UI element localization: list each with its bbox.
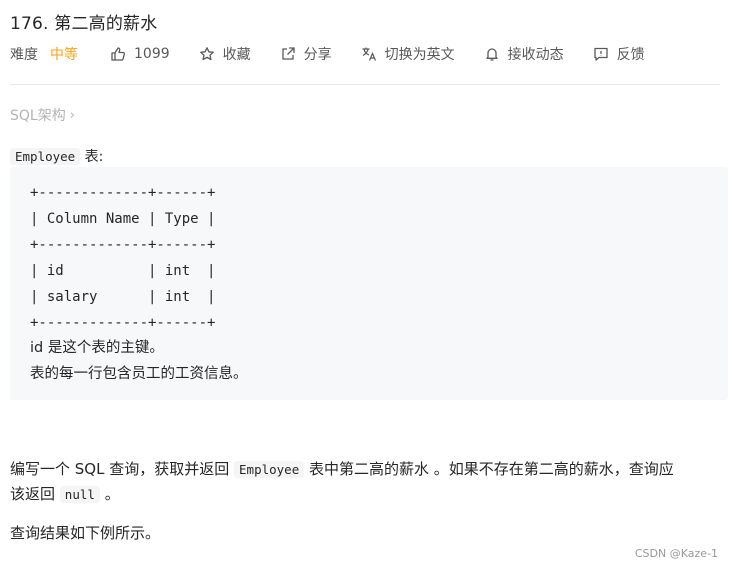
- share-icon: [280, 46, 296, 62]
- feedback-icon: [593, 46, 609, 62]
- row-content-note: 表的每一行包含员工的工资信息。: [30, 366, 248, 382]
- thumbs-up-icon: [110, 46, 126, 62]
- schema-table: +-------------+------+ | Column Name | T…: [30, 180, 215, 336]
- feedback-label: 反馈: [616, 47, 645, 63]
- notify-label: 接收动态: [507, 47, 564, 63]
- like-button[interactable]: 1099: [110, 46, 170, 62]
- like-count: 1099: [134, 46, 170, 62]
- primary-key-note: id 是这个表的主键。: [30, 340, 164, 356]
- tag-sql-schema[interactable]: SQL架构 ›: [10, 105, 75, 125]
- share-button[interactable]: 分享: [280, 44, 332, 64]
- task-line-2: 该返回 null 。: [10, 481, 120, 508]
- problem-meta-bar: 难度 中等 1099 收藏 分享 切换为英文 接收动态 反馈: [10, 44, 674, 64]
- tag-label: SQL架构: [10, 108, 66, 124]
- switch-language-button[interactable]: 切换为英文: [361, 44, 455, 64]
- favorite-label: 收藏: [222, 47, 251, 63]
- notify-button[interactable]: 接收动态: [484, 44, 564, 64]
- schema-line: | salary | int |: [30, 289, 216, 305]
- translate-icon: [361, 46, 377, 62]
- star-icon: [199, 46, 215, 62]
- schema-line: +-------------+------+: [30, 185, 216, 201]
- task-text-pre: 编写一个 SQL 查询，获取并返回: [10, 460, 230, 478]
- task-text-line2-pre: 该返回: [10, 485, 56, 503]
- task-text-line2-post: 。: [104, 485, 120, 503]
- table-intro: Employee 表:: [10, 146, 103, 166]
- switch-language-label: 切换为英文: [384, 47, 455, 63]
- task-table-code: Employee: [234, 461, 305, 478]
- csdn-watermark: CSDN @Kaze-1: [634, 547, 718, 560]
- table-suffix: 表:: [84, 149, 104, 165]
- feedback-button[interactable]: 反馈: [593, 44, 645, 64]
- result-description: 查询结果如下例所示。: [10, 524, 161, 542]
- null-code: null: [59, 486, 100, 503]
- problem-title: 176. 第二高的薪水: [10, 14, 158, 34]
- task-text-mid: 表中第二高的薪水 。如果不存在第二高的薪水，查询应: [309, 460, 674, 478]
- share-label: 分享: [303, 47, 332, 63]
- task-line-1: 编写一个 SQL 查询，获取并返回 Employee 表中第二高的薪水 。如果不…: [10, 456, 674, 483]
- favorite-button[interactable]: 收藏: [199, 44, 251, 64]
- schema-line: | Column Name | Type |: [30, 211, 216, 227]
- table-name-code: Employee: [10, 148, 81, 165]
- schema-line: +-------------+------+: [30, 237, 216, 253]
- difficulty-badge: 中等: [50, 47, 78, 63]
- schema-code-block: +-------------+------+ | Column Name | T…: [10, 167, 728, 400]
- schema-line: | id | int |: [30, 263, 216, 279]
- chevron-right-icon: ›: [69, 107, 75, 123]
- bell-icon: [484, 46, 500, 62]
- header-divider: [10, 84, 720, 85]
- difficulty-label: 难度: [10, 47, 38, 63]
- schema-line: +-------------+------+: [30, 315, 216, 331]
